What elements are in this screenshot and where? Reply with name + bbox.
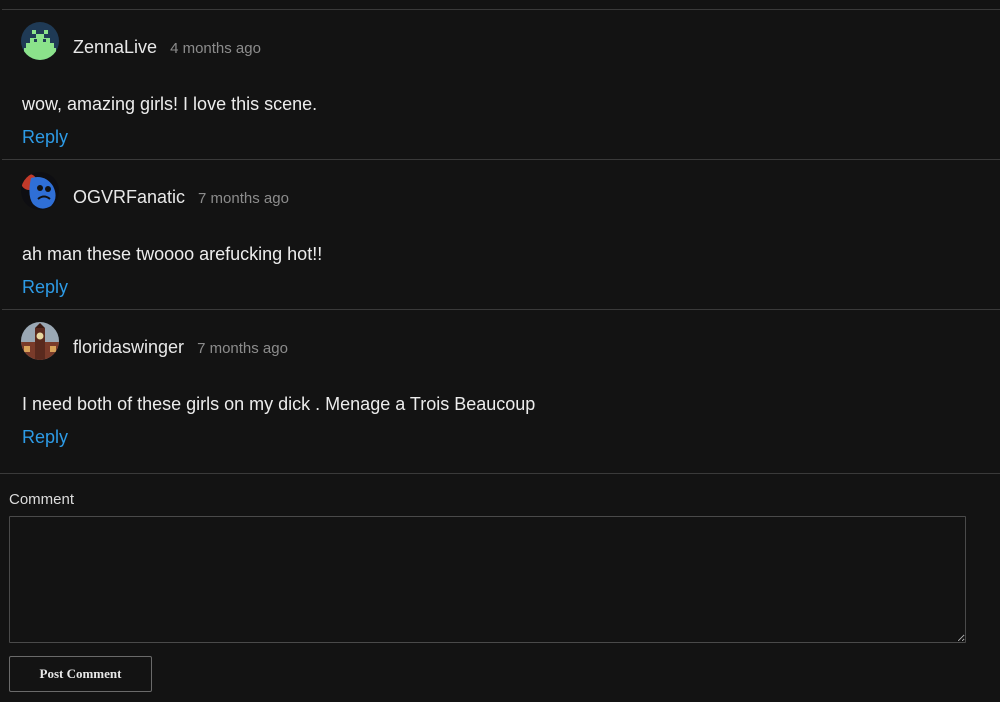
comment-timestamp: 7 months ago [198, 190, 289, 207]
comment-timestamp: 7 months ago [197, 340, 288, 357]
comment-item: floridaswinger 7 months ago I need both … [2, 309, 1000, 459]
comment-item: ZennaLive 4 months ago wow, amazing girl… [2, 9, 1000, 159]
comment-text: ah man these twoooo arefucking hot!! [22, 244, 323, 264]
space-invader-avatar[interactable] [21, 22, 59, 60]
comment-form: Comment Post Comment [0, 473, 1000, 692]
blue-creature-avatar[interactable] [21, 172, 59, 210]
blue-creature-icon [21, 172, 59, 210]
comment-text: I need both of these girls on my dick . … [22, 394, 536, 414]
post-comment-button[interactable]: Post Comment [9, 656, 152, 692]
comment-author[interactable]: ZennaLive [73, 37, 157, 58]
reply-link[interactable]: Reply [22, 427, 68, 448]
clock-tower-icon [21, 322, 59, 360]
clock-tower-avatar[interactable] [21, 322, 59, 360]
comment-label: Comment [9, 491, 75, 508]
comment-item: OGVRFanatic 7 months ago ah man these tw… [2, 159, 1000, 309]
comment-text: wow, amazing girls! I love this scene. [22, 94, 318, 114]
comment-list: ZennaLive 4 months ago wow, amazing girl… [2, 0, 1000, 459]
comment-author[interactable]: floridaswinger [73, 337, 184, 358]
comment-author[interactable]: OGVRFanatic [73, 187, 185, 208]
reply-link[interactable]: Reply [22, 277, 68, 298]
comment-textarea[interactable] [9, 516, 966, 643]
comment-meta: OGVRFanatic 7 months ago [73, 187, 289, 208]
comment-meta: ZennaLive 4 months ago [73, 37, 261, 58]
space-invader-icon [21, 22, 59, 60]
comment-meta: floridaswinger 7 months ago [73, 337, 288, 358]
comment-timestamp: 4 months ago [170, 40, 261, 57]
reply-link[interactable]: Reply [22, 127, 68, 148]
